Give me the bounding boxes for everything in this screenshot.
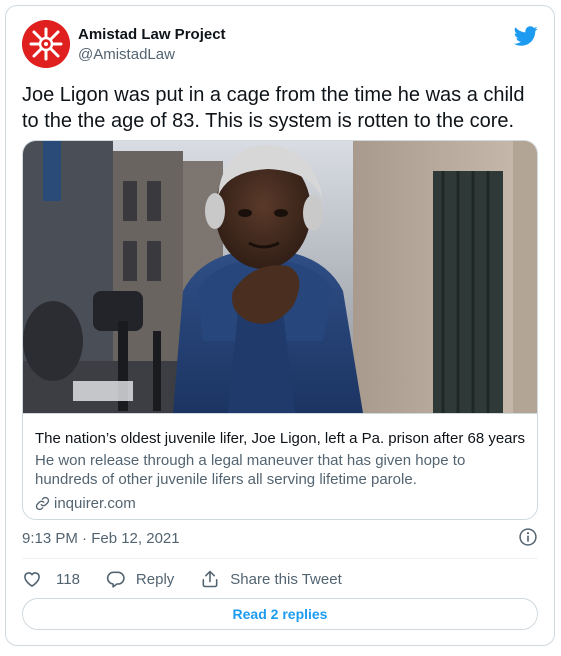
divider [22,558,538,559]
like-button[interactable]: 118 [22,569,80,589]
author-name[interactable]: Amistad Law Project [78,26,226,43]
avatar-logo-icon [22,20,70,68]
like-count: 118 [56,570,80,588]
share-icon [202,570,218,588]
card-domain-text: inquirer.com [54,495,136,512]
card-description: He won release through a legal maneuver … [35,452,466,488]
link-icon [35,496,50,511]
reply-button[interactable]: Reply [106,569,174,589]
tweet-embed: Amistad Law Project @AmistadLaw Joe Ligo… [5,5,555,646]
link-card[interactable]: The nation’s oldest juvenile lifer, Joe … [22,140,538,520]
read-replies-button[interactable]: Read 2 replies [22,598,538,630]
tweet-timestamp[interactable]: 9:13 PM · Feb 12, 2021 [22,530,180,547]
author-handle[interactable]: @AmistadLaw [78,46,175,63]
heart-icon [24,572,40,588]
tweet-text: Joe Ligon was put in a cage from the tim… [22,84,525,132]
card-image[interactable] [23,141,538,413]
twitter-bird-icon[interactable] [514,24,538,48]
card-domain[interactable]: inquirer.com [35,495,136,512]
share-label: Share this Tweet [230,570,342,588]
card-title[interactable]: The nation’s oldest juvenile lifer, Joe … [35,430,525,447]
avatar[interactable] [22,20,70,68]
info-icon[interactable] [518,527,538,547]
action-bar: 118 Reply Share this Tweet [22,568,368,590]
reply-icon [106,571,125,588]
reply-label: Reply [135,570,175,588]
card-body[interactable]: The nation’s oldest juvenile lifer, Joe … [23,413,537,519]
share-button[interactable]: Share this Tweet [200,569,342,589]
